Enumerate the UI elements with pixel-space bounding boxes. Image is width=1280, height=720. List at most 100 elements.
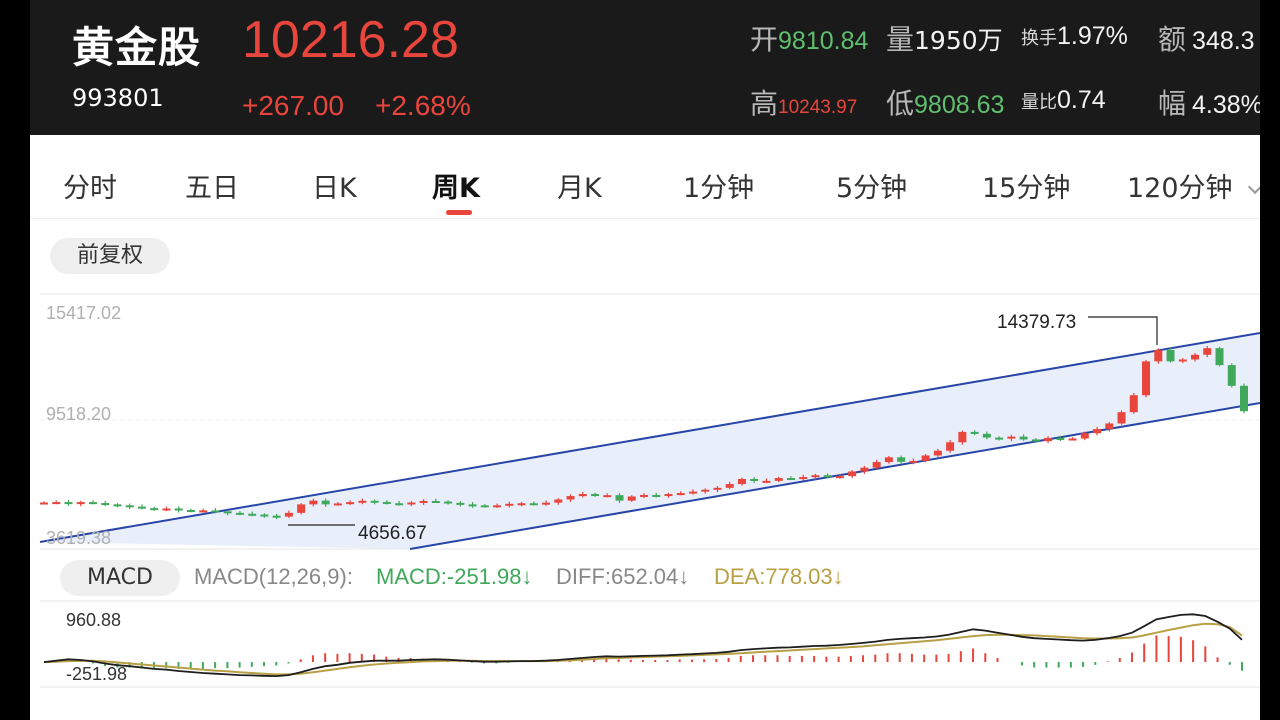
candle-body bbox=[860, 467, 869, 472]
app-root: 黄金股 993801 10216.28 +267.00 +2.68% 开9810… bbox=[30, 0, 1260, 720]
candle-body bbox=[1044, 437, 1053, 442]
candle-body bbox=[688, 491, 697, 494]
candle-body bbox=[933, 450, 942, 456]
macd-value-text: MACD:-251.98 bbox=[376, 564, 522, 589]
macd-indicator-button[interactable]: MACD bbox=[60, 560, 180, 596]
tab-1-minute[interactable]: 1分钟 bbox=[683, 166, 754, 205]
macd-bars-group bbox=[55, 635, 1243, 671]
candle-body bbox=[1240, 385, 1248, 412]
amplitude-stat: 幅 4.38% bbox=[1158, 82, 1260, 122]
chevron-down-icon[interactable] bbox=[1247, 179, 1260, 195]
candle-body bbox=[260, 514, 269, 517]
candle-body bbox=[1105, 423, 1114, 430]
candle-body bbox=[272, 515, 281, 518]
candle-body bbox=[1056, 437, 1065, 440]
candle-body bbox=[1178, 359, 1187, 362]
tab-monthly-k[interactable]: 月K bbox=[557, 166, 602, 205]
candle-body bbox=[444, 501, 453, 504]
candle-body bbox=[321, 500, 330, 505]
candle-body bbox=[909, 460, 918, 463]
kline-chart[interactable]: 15417.02 9518.20 3619.38 14379.73 4656.6… bbox=[30, 290, 1260, 550]
tab-weekly-k[interactable]: 周K bbox=[432, 166, 480, 205]
low-stat: 低9808.63 bbox=[886, 82, 1004, 122]
tab-daily-k[interactable]: 日K bbox=[312, 166, 357, 205]
tab-15-minute[interactable]: 15分钟 bbox=[982, 166, 1070, 205]
candle-body bbox=[150, 508, 159, 511]
macd-legend: MACD MACD(12,26,9): MACD:-251.98↓ DIFF:6… bbox=[60, 560, 1260, 596]
candle-body bbox=[786, 478, 795, 481]
volume-value: 1950万 bbox=[914, 26, 1003, 55]
macd-value: MACD:-251.98↓ bbox=[376, 564, 533, 590]
candle-body bbox=[113, 504, 122, 507]
stock-code: 993801 bbox=[72, 84, 164, 112]
candle-body bbox=[125, 505, 134, 508]
candle-body bbox=[76, 502, 85, 505]
candle-body bbox=[309, 500, 318, 505]
candle-body bbox=[921, 455, 930, 461]
candle-body bbox=[627, 496, 636, 501]
candle-body bbox=[1019, 436, 1028, 440]
diff-line bbox=[43, 613, 1243, 678]
candle-body bbox=[248, 513, 257, 516]
candle-body bbox=[64, 502, 73, 505]
high-stat: 高10243.97 bbox=[750, 82, 857, 122]
candle-body bbox=[407, 502, 416, 505]
candle-body bbox=[664, 494, 673, 497]
candle-body bbox=[848, 471, 857, 477]
candle-body bbox=[101, 503, 110, 506]
stock-name: 黄金股 bbox=[72, 23, 202, 72]
candle-body bbox=[480, 505, 489, 508]
candle-body bbox=[762, 480, 771, 483]
candle-body bbox=[701, 489, 710, 492]
candle-body bbox=[578, 494, 587, 497]
volume-label: 量 bbox=[886, 23, 915, 56]
open-value: 9810.84 bbox=[778, 27, 869, 55]
candle-body bbox=[958, 431, 967, 443]
channel-upper-line bbox=[39, 332, 1260, 543]
candle-body bbox=[554, 499, 563, 503]
down-arrow-icon: ↓ bbox=[521, 564, 533, 589]
period-tabs: 分时 五日 日K 周K 月K 1分钟 5分钟 15分钟 120分钟 bbox=[30, 148, 1260, 219]
candle-body bbox=[1031, 439, 1040, 442]
candle-body bbox=[1093, 429, 1102, 434]
candle-body bbox=[419, 500, 428, 503]
candle-body bbox=[542, 502, 551, 505]
candle-body bbox=[346, 502, 355, 505]
candle-body bbox=[199, 510, 208, 513]
candle-body bbox=[774, 478, 783, 481]
candle-body bbox=[162, 508, 171, 511]
candle-body bbox=[370, 500, 379, 503]
candle-body bbox=[382, 501, 391, 504]
tab-intraday[interactable]: 分时 bbox=[63, 166, 117, 205]
volume-ratio-label: 量比 bbox=[1021, 92, 1057, 113]
candle-body bbox=[1007, 436, 1016, 439]
candle-body bbox=[1080, 433, 1089, 439]
candle-body bbox=[1191, 354, 1200, 360]
tab-5-minute[interactable]: 5分钟 bbox=[836, 166, 907, 205]
amount-label: 额 bbox=[1158, 23, 1187, 56]
candle-body bbox=[493, 505, 502, 508]
y-axis-top-label: 15417.02 bbox=[46, 303, 121, 323]
candle-body bbox=[799, 477, 808, 480]
low-label: 低 bbox=[886, 87, 915, 120]
adjustment-button[interactable]: 前复权 bbox=[50, 238, 170, 274]
amplitude-label: 幅 bbox=[1158, 87, 1187, 120]
candle-body bbox=[186, 510, 195, 513]
macd-chart[interactable]: 960.88 -251.98 bbox=[30, 600, 1260, 690]
y-axis-mid-label: 9518.20 bbox=[46, 404, 111, 424]
down-arrow-icon: ↓ bbox=[678, 564, 690, 589]
amount-value: 348.3 bbox=[1192, 27, 1255, 55]
candle-body bbox=[235, 512, 244, 515]
candle-body bbox=[1203, 348, 1212, 355]
amount-stat: 额 348.3 bbox=[1158, 18, 1255, 58]
candle-body bbox=[884, 457, 893, 463]
candle-body bbox=[725, 484, 734, 488]
tab-five-day[interactable]: 五日 bbox=[185, 166, 239, 205]
macd-axis-bottom-label: -251.98 bbox=[66, 664, 127, 684]
candle-body bbox=[529, 503, 538, 506]
high-value: 10243.97 bbox=[778, 97, 858, 118]
candle-body bbox=[1117, 412, 1126, 424]
tab-120-minute[interactable]: 120分钟 bbox=[1127, 166, 1233, 205]
macd-params: MACD(12,26,9): bbox=[194, 564, 353, 589]
volume-stat: 量1950万 bbox=[886, 18, 1003, 58]
